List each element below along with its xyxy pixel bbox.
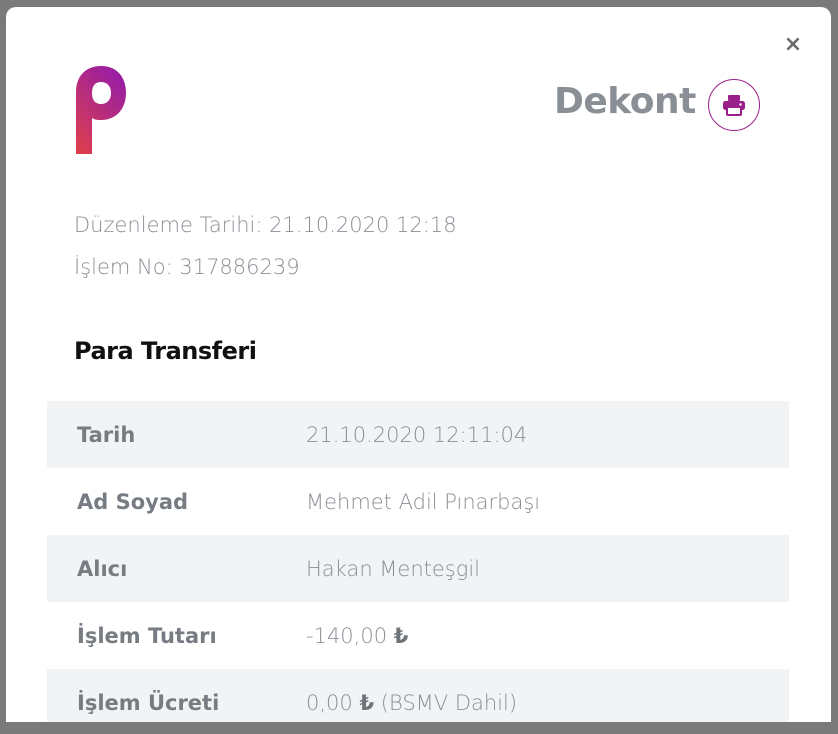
close-icon: × xyxy=(783,32,803,57)
transaction-number: İşlem No: 317886239 xyxy=(74,255,300,279)
row-value: 21.10.2020 12:11:04 xyxy=(306,422,528,447)
detail-row-amount: İşlem Tutarı -140,00 ₺ xyxy=(47,602,789,669)
detail-row-sender: Ad Soyad Mehmet Adil Pınarbaşı xyxy=(47,468,789,535)
section-title: Para Transferi xyxy=(74,337,257,365)
close-button[interactable]: × xyxy=(783,32,803,57)
transaction-number-label: İşlem No: xyxy=(74,255,173,279)
detail-row-recipient: Alıcı Hakan Menteşgil xyxy=(47,535,789,602)
printer-icon xyxy=(723,95,745,116)
detail-row-date: Tarih 21.10.2020 12:11:04 xyxy=(47,401,789,468)
currency-symbol: ₺ xyxy=(393,623,409,648)
row-value: Mehmet Adil Pınarbaşı xyxy=(306,489,541,514)
row-label: Tarih xyxy=(77,422,136,447)
issue-date: Düzenleme Tarihi: 21.10.2020 12:18 xyxy=(74,213,457,237)
row-label: Alıcı xyxy=(77,556,128,581)
issue-date-label: Düzenleme Tarihi: xyxy=(74,213,263,237)
row-label: İşlem Ücreti xyxy=(77,690,220,715)
currency-symbol: ₺ xyxy=(359,690,375,715)
detail-row-fee: İşlem Ücreti 0,00 ₺ (BSMV Dahil) xyxy=(47,669,789,722)
fee-note: (BSMV Dahil) xyxy=(380,690,518,715)
row-value: 0,00 ₺ (BSMV Dahil) xyxy=(306,691,517,715)
brand-logo xyxy=(76,66,126,154)
issue-date-value: 21.10.2020 12:18 xyxy=(269,213,457,237)
row-value: -140,00 ₺ xyxy=(306,624,408,648)
row-value: Hakan Menteşgil xyxy=(306,556,481,581)
row-label: İşlem Tutarı xyxy=(77,623,217,648)
details-table: Tarih 21.10.2020 12:11:04 Ad Soyad Mehme… xyxy=(47,401,789,722)
amount-value: -140,00 xyxy=(306,623,388,648)
receipt-modal: × Dekont Düzenleme Tarihi: 21.10.2020 12… xyxy=(6,7,831,722)
print-button[interactable] xyxy=(708,79,760,131)
row-label: Ad Soyad xyxy=(77,489,189,514)
page-title: Dekont xyxy=(554,81,696,122)
fee-value: 0,00 xyxy=(306,690,353,715)
transaction-number-value: 317886239 xyxy=(179,255,300,279)
